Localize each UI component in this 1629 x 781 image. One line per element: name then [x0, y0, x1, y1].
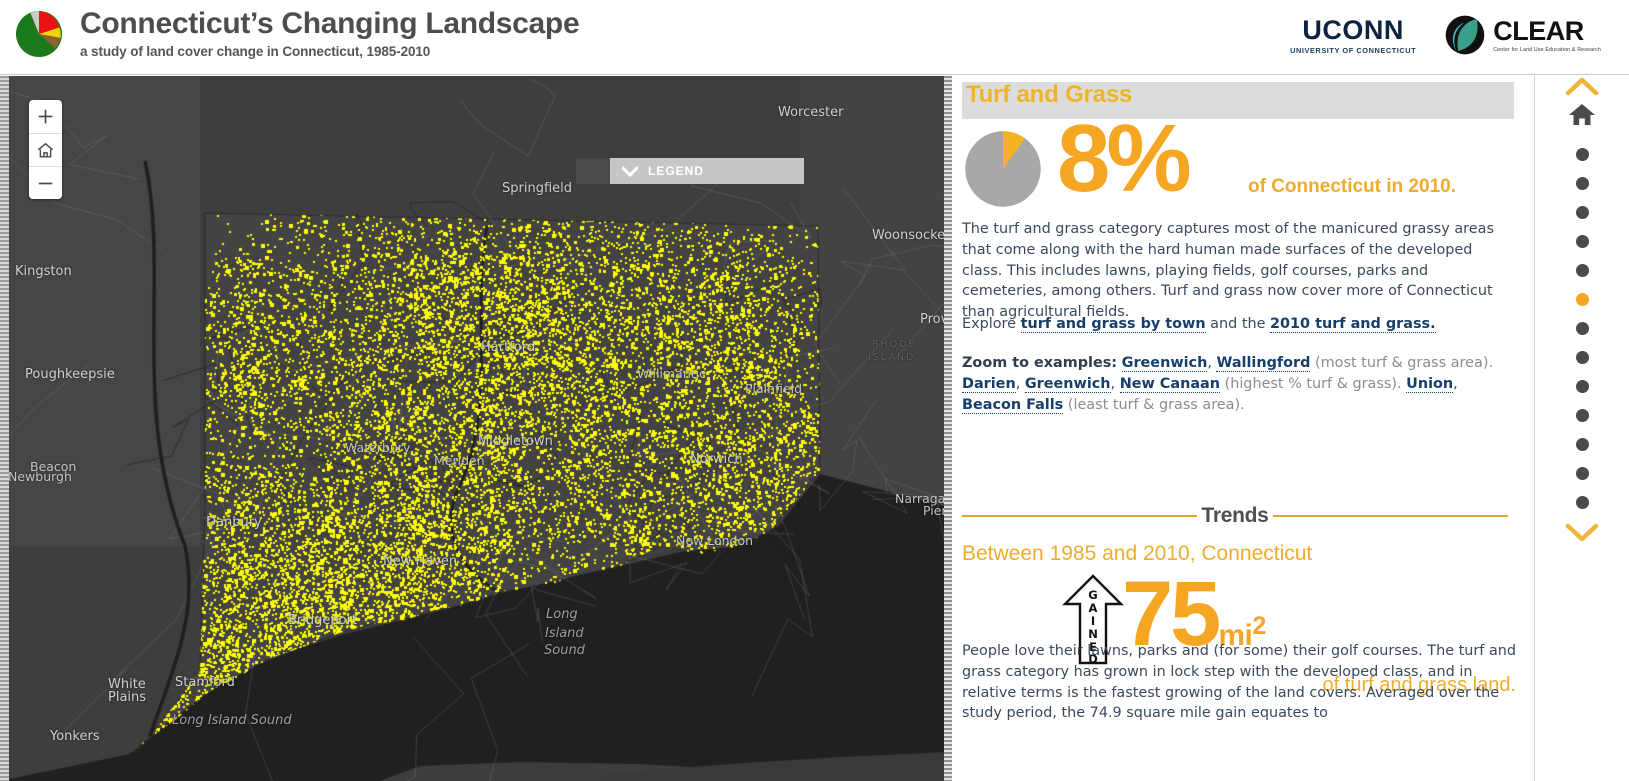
link-greenwich-1[interactable]: Greenwich	[1121, 355, 1208, 372]
svg-text:N: N	[1088, 627, 1098, 641]
nav-dot-11[interactable]	[1575, 438, 1589, 451]
nav-dot-5[interactable]	[1575, 264, 1589, 277]
note-highest-pct: (highest % turf & grass).	[1224, 375, 1402, 392]
link-beacon-falls[interactable]: Beacon Falls	[962, 396, 1064, 414]
trends-rule-left	[962, 515, 1198, 517]
legend-label: LEGEND	[648, 164, 705, 178]
home-icon	[37, 142, 54, 158]
link-darien[interactable]: Darien	[962, 375, 1016, 393]
plus-icon	[38, 109, 53, 124]
zoom-out-button[interactable]	[29, 166, 62, 199]
trends-label: Trends	[1201, 504, 1269, 527]
nav-dot-12[interactable]	[1575, 467, 1589, 480]
section-nav-rail[interactable]	[1534, 76, 1629, 781]
nav-dot-3[interactable]	[1575, 206, 1589, 219]
trends-rule-right	[1272, 515, 1508, 517]
chevron-down-icon	[1565, 523, 1599, 542]
nav-dot-8[interactable]	[1575, 351, 1589, 364]
nav-dot-10[interactable]	[1575, 409, 1589, 422]
uconn-wordmark: UCONN	[1302, 14, 1404, 45]
percent-caption: of Connecticut in 2010.	[1248, 176, 1456, 197]
note-least-area: (least turf & grass area).	[1067, 396, 1245, 413]
nav-scroll-up-button[interactable]	[1565, 76, 1599, 101]
svg-text:I: I	[1091, 614, 1095, 628]
people-paragraph: People love their lawns, parks and (for …	[962, 643, 1517, 722]
header-logos: UCONN UNIVERSITY OF CONNECTICUT CLEAR Ce…	[1290, 14, 1601, 56]
info-panel: Turf and Grass 8% of Connecticut in 2010…	[944, 76, 1534, 781]
home-icon	[1569, 104, 1595, 125]
pie-chart-logo-icon	[16, 11, 62, 57]
explore-prefix: Explore	[962, 316, 1021, 332]
chevron-up-icon	[1565, 77, 1599, 96]
uconn-logo[interactable]: UCONN UNIVERSITY OF CONNECTICUT	[1290, 16, 1416, 55]
chevron-down-icon	[622, 166, 638, 177]
map-left-scroll-edge[interactable]	[0, 76, 9, 781]
nav-dot-7[interactable]	[1575, 322, 1589, 335]
svg-text:G: G	[1088, 588, 1097, 602]
legend-toggle[interactable]: LEGEND	[576, 158, 804, 184]
clear-logo[interactable]: CLEAR Center for Land Use Education & Re…	[1444, 14, 1601, 56]
page-title: Connecticut’s Changing Landscape	[80, 7, 580, 40]
nav-dot-6[interactable]	[1575, 293, 1589, 306]
link-union[interactable]: Union	[1406, 375, 1454, 393]
link-greenwich-2[interactable]: Greenwich	[1024, 375, 1111, 393]
nav-dot-13[interactable]	[1575, 496, 1589, 509]
nav-scroll-down-button[interactable]	[1565, 522, 1599, 547]
map-viewport[interactable]: Worcester Springfield Woonsocket Kingston Pr…	[0, 76, 944, 781]
clear-tagline: Center for Land Use Education & Research	[1493, 46, 1601, 53]
app-header: Connecticut’s Changing Landscape a study…	[0, 0, 1629, 75]
clear-wordmark: CLEAR	[1493, 15, 1584, 46]
nav-dot-4[interactable]	[1575, 235, 1589, 248]
nav-dot-9[interactable]	[1575, 380, 1589, 393]
panel-scrollbar[interactable]	[944, 76, 952, 781]
header-branding: Connecticut’s Changing Landscape a study…	[14, 6, 580, 59]
turf-share-pie-chart	[965, 131, 1041, 207]
percent-value: 8%	[1057, 105, 1192, 212]
zoom-in-button[interactable]	[29, 100, 62, 133]
map-home-button[interactable]	[29, 133, 62, 166]
zoom-examples-paragraph: Zoom to examples: Greenwich, Wallingford…	[962, 355, 1494, 414]
clear-leaf-mark-icon	[1445, 15, 1485, 55]
link-wallingford[interactable]: Wallingford	[1216, 355, 1311, 372]
trends-heading: Trends	[962, 504, 1508, 528]
uconn-tagline: UNIVERSITY OF CONNECTICUT	[1290, 45, 1417, 55]
explore-middle: and the	[1205, 316, 1271, 332]
svg-text:A: A	[1089, 601, 1098, 615]
percent-stat: 8% of Connecticut in 2010.	[962, 111, 1522, 214]
explore-paragraph: Explore turf and grass by town and the 2…	[962, 314, 1508, 335]
zoom-examples-lead: Zoom to examples:	[962, 355, 1118, 371]
note-most-area: (most turf & grass area).	[1315, 355, 1494, 371]
nav-home-button[interactable]	[1568, 103, 1596, 132]
minus-icon	[38, 182, 53, 184]
nav-dot-2[interactable]	[1575, 177, 1589, 190]
map-zoom-controls[interactable]	[29, 100, 62, 199]
link-turf-and-grass-by-town[interactable]: turf and grass by town	[1020, 316, 1206, 333]
link-new-canaan[interactable]: New Canaan	[1119, 375, 1220, 393]
intro-paragraph: The turf and grass category captures mos…	[962, 221, 1494, 321]
page-subtitle: a study of land cover change in Connecti…	[80, 44, 431, 59]
link-2010-turf-and-grass[interactable]: 2010 turf and grass.	[1270, 316, 1436, 333]
nav-dot-1[interactable]	[1575, 148, 1589, 161]
